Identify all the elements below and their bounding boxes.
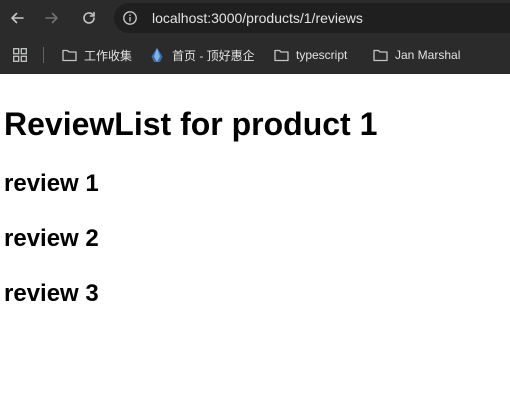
page-title: ReviewList for product 1: [4, 106, 378, 142]
reload-icon: [83, 11, 95, 24]
bookmark-site-homepage[interactable]: 首页 - 顶好惠企: [149, 45, 255, 65]
site-favicon-icon: [149, 47, 165, 63]
bookmark-label: typescript: [296, 48, 348, 62]
browser-chrome: localhost:3000/products/1/reviews 工作收集 首…: [0, 0, 510, 74]
review-item: review 2: [4, 225, 99, 252]
folder-icon: [372, 47, 388, 63]
bookmarks-bar: 工作收集 首页 - 顶好惠企 typescript Jan Marshal: [0, 39, 510, 71]
bookmark-folder-jan-marshal[interactable]: Jan Marshal: [372, 45, 460, 65]
review-item: review 1: [4, 170, 99, 197]
folder-icon: [273, 47, 289, 63]
forward-button[interactable]: [41, 7, 63, 29]
review-item: review 3: [4, 280, 99, 307]
folder-icon: [61, 47, 77, 63]
bookmark-label: Jan Marshal: [395, 48, 461, 62]
address-bar[interactable]: localhost:3000/products/1/reviews: [114, 3, 510, 33]
site-info-icon[interactable]: [122, 10, 138, 26]
arrow-right-icon: [45, 12, 58, 24]
bookmark-folder-typescript[interactable]: typescript: [273, 45, 347, 65]
bookmark-label: 首页 - 顶好惠企: [172, 48, 255, 63]
bookmarks-separator: [43, 47, 44, 63]
bookmark-folder-work-collection[interactable]: 工作收集: [61, 45, 132, 65]
reload-button[interactable]: [78, 7, 100, 29]
back-button[interactable]: [6, 7, 28, 29]
arrow-left-icon: [11, 12, 24, 24]
bookmark-label: 工作收集: [84, 48, 133, 63]
apps-grid-icon[interactable]: [13, 48, 27, 62]
browser-toolbar: localhost:3000/products/1/reviews: [0, 0, 510, 36]
url-text[interactable]: localhost:3000/products/1/reviews: [152, 9, 363, 27]
page-content: ReviewList for product 1 review 1 review…: [0, 74, 510, 407]
